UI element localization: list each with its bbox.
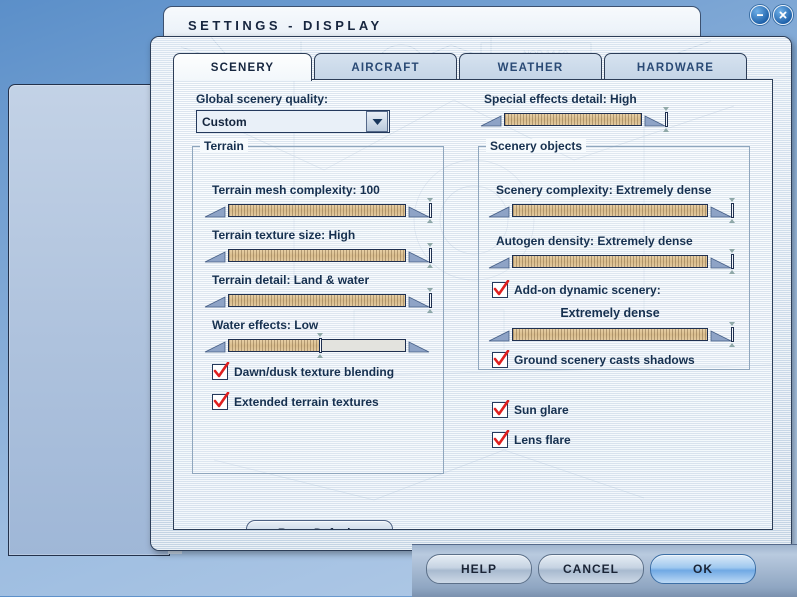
minimize-icon[interactable] <box>750 5 770 25</box>
scenery-panel: Global scenery quality: Custom Terrain T… <box>173 79 773 530</box>
cancel-button[interactable]: CANCEL <box>538 554 644 584</box>
ground-scenery-casts-shadows-checkbox[interactable]: Ground scenery casts shadows <box>492 350 695 368</box>
slider-fill <box>513 329 707 340</box>
tab-scenery-label: SCENERY <box>210 61 275 74</box>
ok-button[interactable]: OK <box>650 554 756 584</box>
terrain-detail-label: Terrain detail: Land & water <box>212 273 370 287</box>
help-button[interactable]: HELP <box>426 554 532 584</box>
chevron-down-icon[interactable] <box>366 111 388 132</box>
slider-track[interactable] <box>228 204 406 217</box>
tab-aircraft-label: AIRCRAFT <box>351 61 420 74</box>
page-title: SETTINGS - DISPLAY <box>188 18 383 33</box>
global-scenery-quality-label: Global scenery quality: <box>196 92 329 106</box>
checkbox-box <box>492 280 510 298</box>
slider-track[interactable] <box>504 113 642 126</box>
cancel-label: CANCEL <box>563 562 619 576</box>
autogen-density-slider[interactable] <box>488 249 735 274</box>
tab-strip: SCENERY AIRCRAFT WEATHER HARDWARE <box>173 53 773 81</box>
slider-arrow-right-icon[interactable] <box>710 329 732 342</box>
ok-label: OK <box>693 562 713 576</box>
tab-weather[interactable]: WEATHER <box>459 53 602 81</box>
close-icon[interactable] <box>773 5 793 25</box>
slider-arrow-right-icon[interactable] <box>408 205 430 218</box>
tab-weather-label: WEATHER <box>497 61 564 74</box>
scenery-complexity-label: Scenery complexity: Extremely dense <box>496 183 712 197</box>
lens-flare-checkbox[interactable]: Lens flare <box>492 430 571 448</box>
slider-arrow-left-icon[interactable] <box>488 205 510 218</box>
lens-flare-label: Lens flare <box>514 433 571 447</box>
slider-arrow-left-icon[interactable] <box>488 256 510 269</box>
slider-fill <box>513 256 707 267</box>
terrain-texture-size-label: Terrain texture size: High <box>212 228 356 242</box>
slider-fill <box>505 114 641 125</box>
slider-arrow-right-icon[interactable] <box>710 256 732 269</box>
slider-thumb[interactable] <box>317 333 324 358</box>
checkbox-box <box>212 392 230 410</box>
special-effects-detail-label: Special effects detail: High <box>484 92 637 106</box>
sun-glare-checkbox[interactable]: Sun glare <box>492 400 569 418</box>
scenery-complexity-slider[interactable] <box>488 198 735 223</box>
scenery-objects-group-title: Scenery objects <box>486 139 587 153</box>
tab-aircraft[interactable]: AIRCRAFT <box>314 53 457 81</box>
slider-arrow-left-icon[interactable] <box>204 205 226 218</box>
extended-terrain-textures-label: Extended terrain textures <box>234 395 379 409</box>
sun-glare-label: Sun glare <box>514 403 569 417</box>
checkbox-box <box>212 362 230 380</box>
checkbox-box <box>492 350 510 368</box>
slider-arrow-left-icon[interactable] <box>204 295 226 308</box>
help-label: HELP <box>460 562 497 576</box>
dialog-footer: HELP CANCEL OK <box>412 544 797 597</box>
tab-hardware-label: HARDWARE <box>636 61 715 74</box>
slider-track[interactable] <box>512 328 708 341</box>
slider-arrow-left-icon[interactable] <box>204 250 226 263</box>
settings-dialog: NOR 14 50 W25 26 21 CHART LAT SCENERY AI… <box>150 36 792 551</box>
water-effects-label: Water effects: Low <box>212 318 319 332</box>
autogen-density-label: Autogen density: Extremely dense <box>496 234 693 248</box>
slider-arrow-left-icon[interactable] <box>488 329 510 342</box>
addon-dynamic-scenery-label: Add-on dynamic scenery: <box>514 283 661 297</box>
terrain-texture-size-slider[interactable] <box>204 243 433 268</box>
terrain-group-title: Terrain <box>200 139 248 153</box>
slider-arrow-right-icon[interactable] <box>710 205 732 218</box>
dawn-dusk-texture-blending-label: Dawn/dusk texture blending <box>234 365 395 379</box>
slider-arrow-left-icon[interactable] <box>204 340 226 353</box>
terrain-mesh-complexity-label: Terrain mesh complexity: 100 <box>212 183 380 197</box>
checkbox-box <box>492 400 510 418</box>
slider-track[interactable] <box>228 249 406 262</box>
slider-arrow-left-icon[interactable] <box>480 114 502 127</box>
terrain-mesh-complexity-slider[interactable] <box>204 198 433 223</box>
reset-defaults-button[interactable]: Reset Defaults <box>246 520 393 529</box>
addon-dynamic-scenery-checkbox[interactable]: Add-on dynamic scenery: <box>492 280 661 298</box>
checkbox-box <box>492 430 510 448</box>
tab-scenery[interactable]: SCENERY <box>173 53 312 81</box>
reset-defaults-label: Reset Defaults <box>278 526 361 529</box>
water-effects-slider[interactable] <box>204 333 430 358</box>
slider-fill <box>513 205 707 216</box>
tab-hardware[interactable]: HARDWARE <box>604 53 747 81</box>
slider-arrow-right-icon[interactable] <box>408 295 430 308</box>
global-scenery-quality-select[interactable]: Custom <box>196 110 390 133</box>
addon-dynamic-scenery-value: Extremely dense <box>560 306 660 320</box>
slider-arrow-right-icon[interactable] <box>644 114 666 127</box>
dawn-dusk-texture-blending-checkbox[interactable]: Dawn/dusk texture blending <box>212 362 395 380</box>
window-controls <box>750 5 793 25</box>
slider-arrow-right-icon[interactable] <box>408 340 430 353</box>
slider-fill <box>229 250 405 261</box>
slider-fill <box>229 205 405 216</box>
slider-track[interactable] <box>512 255 708 268</box>
extended-terrain-textures-checkbox[interactable]: Extended terrain textures <box>212 392 379 410</box>
background-window <box>8 84 170 556</box>
slider-track[interactable] <box>228 294 406 307</box>
special-effects-detail-slider[interactable] <box>480 107 669 132</box>
ground-scenery-casts-shadows-label: Ground scenery casts shadows <box>514 353 695 367</box>
global-scenery-quality-value: Custom <box>202 114 247 129</box>
slider-track[interactable] <box>512 204 708 217</box>
slider-arrow-right-icon[interactable] <box>408 250 430 263</box>
slider-fill <box>229 295 405 306</box>
terrain-detail-slider[interactable] <box>204 288 433 313</box>
slider-fill <box>229 340 319 351</box>
addon-dynamic-scenery-slider[interactable] <box>488 322 735 347</box>
